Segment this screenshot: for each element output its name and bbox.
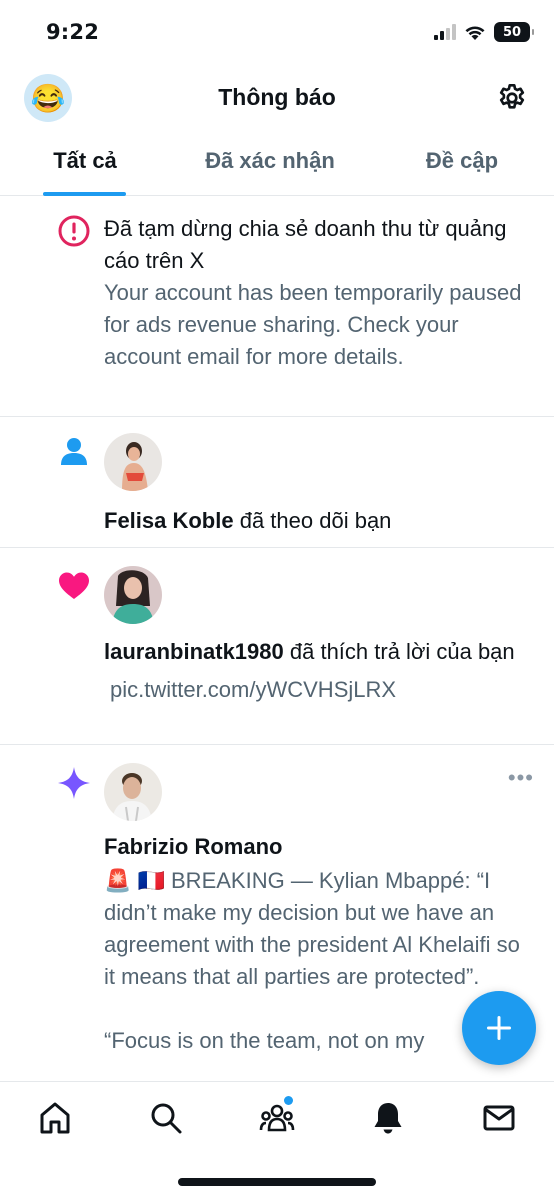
sparkle-icon [58, 767, 90, 799]
bell-icon[interactable] [370, 1100, 406, 1136]
tab-verified[interactable]: Đã xác nhận [170, 136, 370, 196]
avatar-image [104, 433, 162, 491]
notification-like[interactable]: lauranbinatk1980 đã thích trả lời của bạ… [0, 548, 554, 745]
wifi-icon [465, 26, 485, 40]
tab-all[interactable]: Tất cả [0, 136, 170, 196]
user-name[interactable]: lauranbinatk1980 [104, 639, 284, 664]
post-text: 🚨 🇫🇷 BREAKING — Kylian Mbappé: “I didn’t… [104, 868, 520, 989]
like-text: lauranbinatk1980 đã thích trả lời của bạ… [104, 636, 530, 668]
search-icon[interactable] [148, 1100, 184, 1136]
gear-icon[interactable] [496, 82, 528, 114]
user-name[interactable]: Fabrizio Romano [104, 831, 530, 863]
like-content: lauranbinatk1980 đã thích trả lời của bạ… [104, 566, 530, 706]
page-title: Thông báo [218, 84, 336, 110]
avatar-image [104, 763, 162, 821]
follow-text: Felisa Koble đã theo dõi bạn [104, 505, 530, 537]
status-bar: 9:22 50 [0, 0, 554, 64]
mail-icon[interactable] [481, 1100, 517, 1136]
like-action: đã thích trả lời của bạn [289, 639, 515, 664]
tab-mentions-label: Đề cập [425, 148, 499, 173]
compose-button[interactable] [462, 991, 536, 1065]
tab-all-label: Tất cả [53, 148, 117, 173]
person-icon [61, 438, 87, 465]
follow-content: Felisa Koble đã theo dõi bạn [104, 433, 530, 537]
plus-icon [487, 1016, 511, 1040]
battery-indicator: 50 [494, 22, 534, 42]
alert-content: Đã tạm dừng chia sẻ doanh thu từ quảng c… [104, 213, 530, 373]
avatar[interactable] [104, 433, 162, 491]
signal-icon [434, 24, 456, 40]
alert-body: Your account has been temporarily paused… [104, 280, 522, 369]
alert-circle-icon [58, 215, 90, 247]
avatar-image [104, 566, 162, 624]
notification-feed: Đã tạm dừng chia sẻ doanh thu từ quảng c… [0, 197, 554, 1081]
home-indicator [178, 1178, 376, 1186]
avatar[interactable] [104, 566, 162, 624]
status-time: 9:22 [46, 20, 100, 44]
communities-icon [259, 1104, 295, 1132]
tab-mentions[interactable]: Đề cập [370, 136, 554, 196]
user-name[interactable]: Felisa Koble [104, 508, 234, 533]
active-tab-indicator [43, 192, 126, 196]
notification-follow[interactable]: Felisa Koble đã theo dõi bạn [0, 417, 554, 548]
app-header: 😂 Thông báo [0, 64, 554, 136]
communities-tab[interactable] [259, 1096, 295, 1136]
home-icon[interactable] [37, 1100, 73, 1136]
follow-action: đã theo dõi bạn [239, 508, 392, 533]
tweet-link[interactable]: pic.twitter.com/yWCVHSjLRX [104, 674, 530, 706]
tab-verified-label: Đã xác nhận [205, 148, 335, 173]
notification-alert[interactable]: Đã tạm dừng chia sẻ doanh thu từ quảng c… [0, 197, 554, 417]
heart-icon [59, 572, 89, 599]
notification-dot [284, 1096, 293, 1105]
notification-tabs: Tất cả Đã xác nhận Đề cập [0, 136, 554, 196]
avatar[interactable] [104, 763, 162, 821]
status-icons: 50 [434, 20, 534, 44]
alert-title: Đã tạm dừng chia sẻ doanh thu từ quảng c… [104, 216, 507, 273]
